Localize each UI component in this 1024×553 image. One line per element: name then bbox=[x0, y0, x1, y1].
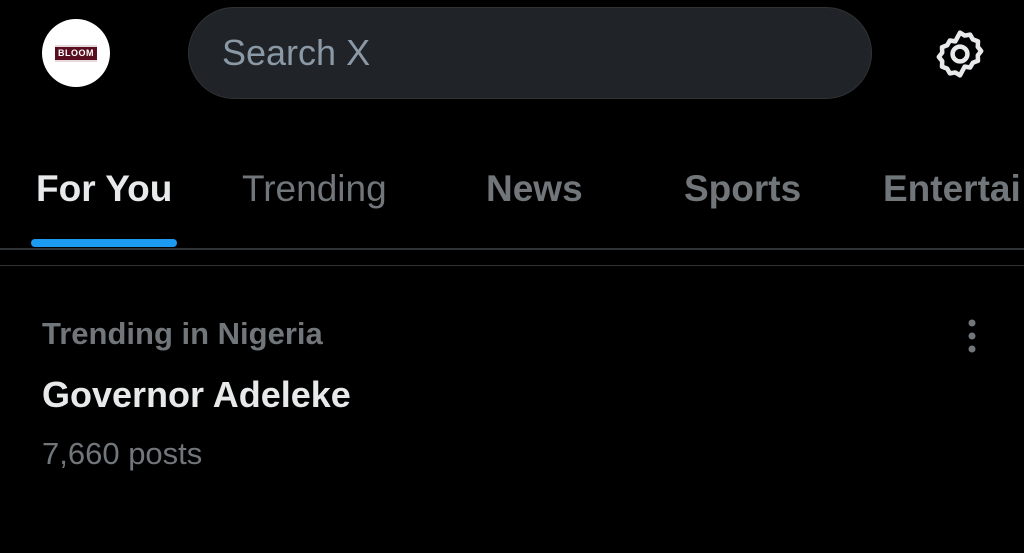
avatar[interactable]: BLOOM bbox=[42, 19, 110, 87]
trend-title[interactable]: Governor Adeleke bbox=[42, 374, 351, 416]
search-input[interactable] bbox=[220, 31, 871, 75]
tab-news[interactable]: News bbox=[486, 168, 583, 210]
section-divider bbox=[0, 265, 1024, 266]
trend-item[interactable]: Trending in Nigeria Governor Adeleke 7,6… bbox=[0, 300, 1024, 500]
tab-trending[interactable]: Trending bbox=[242, 168, 387, 210]
tab-for-you[interactable]: For You bbox=[36, 168, 172, 210]
gear-icon bbox=[936, 30, 984, 78]
avatar-logo-text: BLOOM bbox=[55, 44, 97, 62]
trend-post-count: 7,660 posts bbox=[42, 436, 203, 471]
tab-entertainment[interactable]: Entertai bbox=[883, 168, 1021, 210]
more-options-button[interactable] bbox=[956, 314, 988, 358]
tab-bar: For You Trending News Sports Entertai bbox=[0, 140, 1024, 248]
trend-context: Trending in Nigeria bbox=[42, 316, 323, 351]
search-bar[interactable] bbox=[188, 7, 872, 99]
tab-sports[interactable]: Sports bbox=[684, 168, 801, 210]
more-vertical-icon bbox=[968, 319, 976, 353]
tabs-divider bbox=[0, 248, 1024, 250]
settings-button[interactable] bbox=[930, 26, 990, 82]
active-tab-indicator bbox=[31, 239, 177, 247]
top-bar: BLOOM bbox=[0, 0, 1024, 110]
